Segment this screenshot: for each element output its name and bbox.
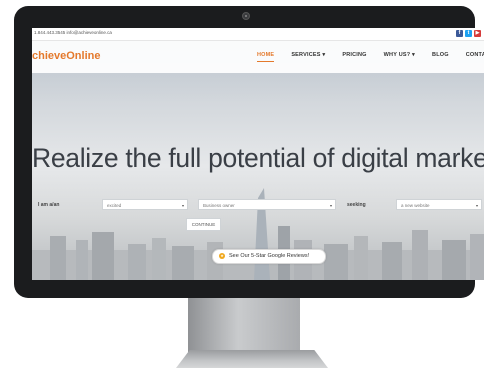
youtube-icon[interactable]: ▶ (474, 30, 481, 37)
facebook-icon[interactable]: f (456, 30, 463, 37)
seeking-label: seeking (347, 202, 366, 208)
star-icon: ★ (219, 253, 225, 259)
chevron-down-icon: ▾ (181, 203, 184, 208)
nav-item-why-us[interactable]: WHY US? ▾ (384, 52, 415, 62)
goal-select-value: a new website (401, 203, 430, 208)
monitor-frame: 1.844.443.3545 info@achieveonline.ca f t… (14, 6, 484, 298)
logo-text-achieve: chieve (32, 50, 67, 62)
nav-item-blog[interactable]: BLOG (432, 52, 449, 62)
logo-text-online: Online (66, 50, 101, 62)
lead-form: I am a/an excited ▾ Business owner ▾ see… (32, 199, 484, 213)
social-links: f t ▶ (456, 30, 481, 37)
nav-item-services[interactable]: SERVICES ▾ (291, 52, 325, 62)
website-screen: 1.844.443.3545 info@achieveonline.ca f t… (32, 28, 484, 280)
adjective-select-value: excited (107, 203, 122, 208)
chevron-down-icon: ▾ (475, 203, 478, 208)
continue-button[interactable]: CONTINUE (186, 218, 221, 231)
contact-info: 1.844.443.3545 info@achieveonline.ca (34, 30, 112, 35)
nav-item-contact[interactable]: CONTA (466, 52, 484, 62)
twitter-icon[interactable]: t (465, 30, 472, 37)
adjective-select[interactable]: excited ▾ (102, 199, 188, 210)
top-contact-bar: 1.844.443.3545 info@achieveonline.ca f t… (32, 28, 484, 41)
chevron-down-icon: ▾ (329, 203, 332, 208)
navbar: chieveOnline HOME SERVICES ▾ PRICING WHY… (32, 41, 484, 73)
nav-item-pricing[interactable]: PRICING (342, 52, 366, 62)
camera-icon (242, 12, 250, 20)
nav-item-home[interactable]: HOME (257, 52, 275, 62)
iam-label: I am a/an (38, 202, 60, 208)
monitor-stand-base (176, 350, 328, 368)
hero-headline: Realize the full potential of digital ma… (32, 143, 484, 173)
goal-select[interactable]: a new website ▾ (396, 199, 482, 210)
role-select-value: Business owner (203, 203, 235, 208)
role-select[interactable]: Business owner ▾ (198, 199, 336, 210)
site-logo[interactable]: chieveOnline (32, 50, 100, 62)
monitor-stand-neck (188, 298, 300, 352)
main-nav: HOME SERVICES ▾ PRICING WHY US? ▾ BLOG C… (257, 52, 484, 62)
reviews-label: See Our 5-Star Google Reviews! (229, 253, 310, 259)
google-reviews-button[interactable]: ★ See Our 5-Star Google Reviews! (212, 249, 326, 264)
